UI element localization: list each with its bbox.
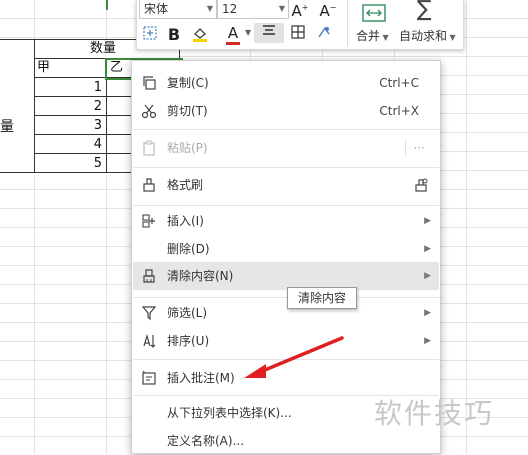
borders-icon[interactable] <box>140 25 160 45</box>
insert-cells-icon <box>142 214 155 228</box>
merge-button[interactable]: 合并 ▼ <box>356 27 389 44</box>
menu-item-copy[interactable]: 复制(C) Ctrl+C <box>133 69 439 97</box>
fill-color-button[interactable] <box>187 25 213 45</box>
menu-item-label: 定义名称(A)... <box>167 434 245 448</box>
menu-item-insert[interactable]: 插入(I) ▶ <box>133 207 439 235</box>
font-size-select[interactable]: 12 ▼ <box>217 0 289 19</box>
shrink-font-button[interactable]: A− <box>317 0 339 20</box>
cell-col-a[interactable]: 甲 <box>37 59 50 77</box>
clear-content-tooltip: 清除内容 <box>287 287 357 309</box>
menu-item-label: 格式刷 <box>167 178 204 192</box>
watermark-text: 软件技巧 <box>374 397 495 430</box>
chevron-right-icon: ▶ <box>424 244 431 254</box>
format-painter-pin-icon[interactable] <box>413 177 429 193</box>
menu-item-label: 剪切(T) <box>167 104 208 118</box>
border-grid-button[interactable] <box>287 24 309 44</box>
row-label[interactable]: 量 <box>0 118 14 136</box>
autosum-button[interactable]: 自动求和 ▼ <box>399 27 456 44</box>
chevron-down-icon: ▼ <box>278 4 285 13</box>
font-name-select[interactable]: 宋体 ▼ <box>139 0 217 19</box>
grow-font-button[interactable]: A+ <box>289 0 311 20</box>
menu-item-format-painter[interactable]: 格式刷 <box>133 171 439 199</box>
number-cell-5[interactable]: 5 <box>32 155 102 173</box>
autosum-label: 自动求和 <box>399 29 448 43</box>
more-options-icon[interactable]: ··· <box>414 140 425 156</box>
header-quantity[interactable]: 数量 <box>90 40 116 58</box>
chevron-right-icon: ▶ <box>424 271 431 281</box>
menu-item-label: 粘贴(P) <box>167 141 208 155</box>
font-name-value: 宋体 <box>144 2 169 16</box>
chevron-down-icon: ▼ <box>206 4 213 13</box>
chevron-right-icon: ▶ <box>424 336 431 346</box>
merge-icon[interactable] <box>359 2 389 22</box>
menu-item-label: 排序(U) <box>167 334 210 348</box>
eraser-icon <box>143 269 155 283</box>
font-size-value: 12 <box>222 2 238 16</box>
menu-item-filter[interactable]: 筛选(L) ▶ <box>133 299 439 327</box>
chevron-right-icon: ▶ <box>424 216 431 226</box>
menu-item-label: 插入(I) <box>167 214 204 228</box>
number-cell-2[interactable]: 2 <box>32 98 102 116</box>
menu-item-label: 从下拉列表中选择(K)... <box>167 406 292 420</box>
column-green-marker <box>106 0 108 10</box>
autosum-sigma-icon[interactable]: ∑ <box>409 0 439 21</box>
shortcut-label: Ctrl+C <box>379 76 419 90</box>
menu-item-delete[interactable]: 删除(D) ▶ <box>133 235 439 263</box>
menu-item-clear-content[interactable]: 清除内容(N) ▶ <box>133 262 439 290</box>
number-cell-3[interactable]: 3 <box>32 117 102 135</box>
menu-item-cut[interactable]: 剪切(T) Ctrl+X <box>133 97 439 125</box>
font-color-button[interactable]: A <box>223 23 243 45</box>
number-cell-4[interactable]: 4 <box>32 136 102 154</box>
merge-label: 合并 <box>356 29 381 43</box>
shortcut-label: Ctrl+X <box>379 104 419 118</box>
number-cell-1[interactable]: 1 <box>32 79 102 97</box>
font-color-glyph: A <box>227 24 239 42</box>
clipboard-icon <box>143 140 155 156</box>
format-brush-icon <box>143 178 155 192</box>
sort-icon <box>143 333 156 348</box>
filter-funnel-icon <box>141 306 157 321</box>
bold-button[interactable]: B <box>165 25 183 45</box>
mini-toolbar: 宋体 ▼ 12 ▼ A+ A− B A ▼ 合并 ▼ ∑ 自动求和 ▼ <box>136 0 464 50</box>
menu-item-label: 清除内容(N) <box>167 269 234 283</box>
menu-item-label: 筛选(L) <box>167 306 208 320</box>
cell-style-button[interactable] <box>313 24 335 44</box>
comment-icon <box>142 370 156 385</box>
menu-item-label: 插入批注(M) <box>167 371 235 385</box>
menu-item-label: 删除(D) <box>167 242 210 256</box>
chevron-down-icon[interactable]: ▼ <box>245 28 251 37</box>
chevron-right-icon: ▶ <box>424 308 431 318</box>
menu-item-label: 复制(C) <box>167 76 209 90</box>
align-center-button[interactable] <box>254 23 284 43</box>
scissors-icon <box>141 104 157 119</box>
menu-item-paste[interactable]: 粘贴(P) ··· <box>133 134 439 162</box>
copy-icon <box>143 76 156 90</box>
red-arrow-annotation <box>244 336 344 378</box>
